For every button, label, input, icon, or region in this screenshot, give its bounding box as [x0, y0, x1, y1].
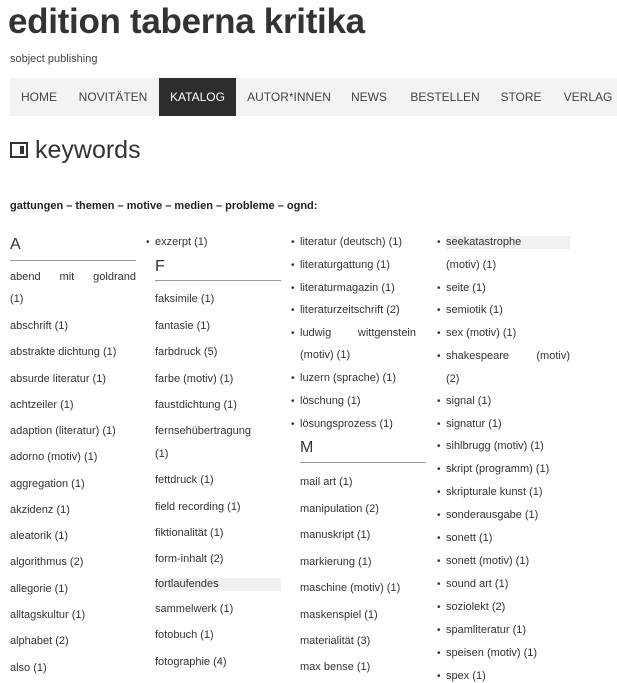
keyword-link[interactable]: (motiv) (1) [446, 259, 496, 272]
keyword-link[interactable]: fotobuch (1) [155, 629, 214, 642]
keyword-link[interactable]: sonett (motiv) (1) [437, 555, 529, 568]
keyword-link[interactable]: löschung (1) [291, 395, 360, 408]
keyword-link[interactable]: literaturzeitschrift (2) [291, 304, 400, 317]
keyword-link[interactable]: skripturale kunst (1) [437, 486, 543, 499]
keyword-link[interactable]: literaturmagazin (1) [291, 282, 395, 295]
keyword-link[interactable]: shakespeare (motiv) [437, 350, 570, 363]
keyword-link[interactable]: seite (1) [437, 282, 486, 295]
keyword-part: ludwig [300, 327, 332, 339]
keyword-link[interactable]: abend mit goldrand [10, 271, 136, 284]
keyword-link[interactable]: lösungsprozess (1) [291, 418, 393, 431]
keyword-part: mit [59, 271, 75, 283]
keyword-link[interactable]: manipulation (2) [300, 503, 379, 516]
keyword-link[interactable]: allegorie (1) [10, 583, 68, 596]
keyword-link[interactable]: farbe (motiv) (1) [155, 373, 233, 386]
keyword-link[interactable]: materialität (3) [300, 635, 370, 648]
keyword-link[interactable]: fiktionalität (1) [155, 527, 223, 540]
keyword-link[interactable]: farbdruck (5) [155, 346, 217, 359]
keyword-part: shakespeare [446, 350, 509, 362]
keyword-link[interactable]: aleatorik (1) [10, 530, 68, 543]
keyword-link[interactable]: signal (1) [437, 395, 491, 408]
keyword-link[interactable]: sex (motiv) (1) [437, 327, 516, 340]
letter-heading-a: A [10, 236, 21, 253]
keyword-link[interactable]: seekatastrophe [437, 236, 570, 249]
keyword-link[interactable]: adorno (motiv) (1) [10, 451, 97, 464]
keyword-link[interactable]: literaturgattung (1) [291, 259, 390, 272]
category-filter: gattungen – themen – motive – medien – p… [10, 200, 318, 212]
nav-novitaeten[interactable]: NOVITÄTEN [72, 78, 154, 116]
keyword-link[interactable]: achtzeiler (1) [10, 399, 74, 412]
keyword-link[interactable]: fettdruck (1) [155, 474, 214, 487]
keyword-link[interactable]: (motiv) (1) [300, 349, 350, 362]
keyword-link[interactable]: (2) [446, 373, 459, 386]
nav-store[interactable]: STORE [493, 78, 549, 116]
keyword-link[interactable]: sound art (1) [437, 578, 508, 591]
keyword-link[interactable]: signatur (1) [437, 418, 502, 431]
divider [10, 260, 136, 261]
keyword-link[interactable]: fantasie (1) [155, 320, 210, 333]
keyword-link[interactable]: aggregation (1) [10, 478, 85, 491]
keyword-link[interactable]: absurde literatur (1) [10, 373, 106, 386]
keyword-link[interactable]: spex (1) [437, 670, 486, 683]
keyword-link[interactable]: semiotik (1) [437, 304, 503, 317]
nav-katalog[interactable]: KATALOG [159, 78, 236, 116]
keywords-icon [10, 142, 28, 158]
keyword-link[interactable]: mail art (1) [300, 476, 353, 489]
keyword-link[interactable]: fortlaufendes [155, 578, 281, 591]
keyword-link[interactable]: max bense (1) [300, 661, 370, 674]
keyword-part: (motiv) [536, 350, 570, 362]
keyword-link[interactable]: (1) [10, 293, 23, 306]
keyword-link[interactable]: literatur (deutsch) (1) [291, 236, 402, 249]
nav-autorinnen[interactable]: AUTOR*INNEN [242, 78, 336, 116]
keyword-link[interactable]: spamliteratur (1) [437, 624, 526, 637]
keyword-part: goldrand [93, 271, 136, 283]
keyword-link[interactable]: field recording (1) [155, 501, 241, 514]
site-subtitle: sobject publishing [10, 53, 98, 65]
keyword-link[interactable]: faksimile (1) [155, 293, 214, 306]
keyword-link[interactable]: skript (programm) (1) [437, 463, 549, 476]
keyword-link[interactable]: speisen (motiv) (1) [437, 647, 537, 660]
keyword-part: abend [10, 271, 41, 283]
keyword-link[interactable]: alphabet (2) [10, 635, 69, 648]
keyword-link[interactable]: soziolekt (2) [437, 601, 505, 614]
keyword-link[interactable]: manuskript (1) [300, 529, 370, 542]
keyword-link[interactable]: sihlbrugg (motiv) (1) [437, 440, 544, 453]
keyword-link[interactable]: algorithmus (2) [10, 556, 83, 569]
nav-bestellen[interactable]: BESTELLEN [402, 78, 488, 116]
main-nav: HOME NOVITÄTEN KATALOG AUTOR*INNEN NEWS … [10, 78, 617, 116]
letter-heading-f: F [155, 258, 165, 275]
site-title[interactable]: edition taberna kritika [8, 2, 365, 42]
keyword-link[interactable]: fotographie (4) [155, 656, 227, 669]
keyword-link[interactable]: faustdichtung (1) [155, 399, 237, 412]
keyword-link[interactable]: ludwig wittgenstein [291, 327, 416, 340]
keyword-link[interactable]: exzerpt (1) [146, 236, 208, 249]
keyword-link[interactable]: fernsehübertragung [155, 425, 251, 438]
keyword-link[interactable]: sonett (1) [437, 532, 493, 545]
nav-home[interactable]: HOME [10, 78, 68, 116]
keyword-link[interactable]: (1) [155, 448, 168, 461]
nav-news[interactable]: NEWS [345, 78, 393, 116]
keyword-link[interactable]: alltagskultur (1) [10, 609, 85, 622]
keyword-link[interactable]: form-inhalt (2) [155, 553, 223, 566]
keyword-link[interactable]: akzidenz (1) [10, 504, 70, 517]
keyword-link[interactable]: adaption (literatur) (1) [10, 425, 116, 438]
keyword-link[interactable]: maskenspiel (1) [300, 609, 378, 622]
keyword-link[interactable]: sonderausgabe (1) [437, 509, 538, 522]
keyword-link[interactable]: also (1) [10, 662, 47, 675]
keyword-link[interactable]: abschrift (1) [10, 320, 68, 333]
nav-verlag[interactable]: VERLAG [559, 78, 617, 116]
keyword-link[interactable]: markierung (1) [300, 556, 372, 569]
letter-heading-m: M [300, 439, 314, 456]
keyword-link[interactable]: sammelwerk (1) [155, 603, 233, 616]
keyword-link[interactable]: luzern (sprache) (1) [291, 372, 396, 385]
divider [155, 280, 281, 281]
keyword-link[interactable]: abstrakte dichtung (1) [10, 346, 116, 359]
keywords-title: keywords [35, 136, 141, 164]
keyword-link[interactable]: maschine (motiv) (1) [300, 582, 400, 595]
keyword-part: wittgenstein [357, 327, 416, 339]
divider [300, 462, 426, 463]
